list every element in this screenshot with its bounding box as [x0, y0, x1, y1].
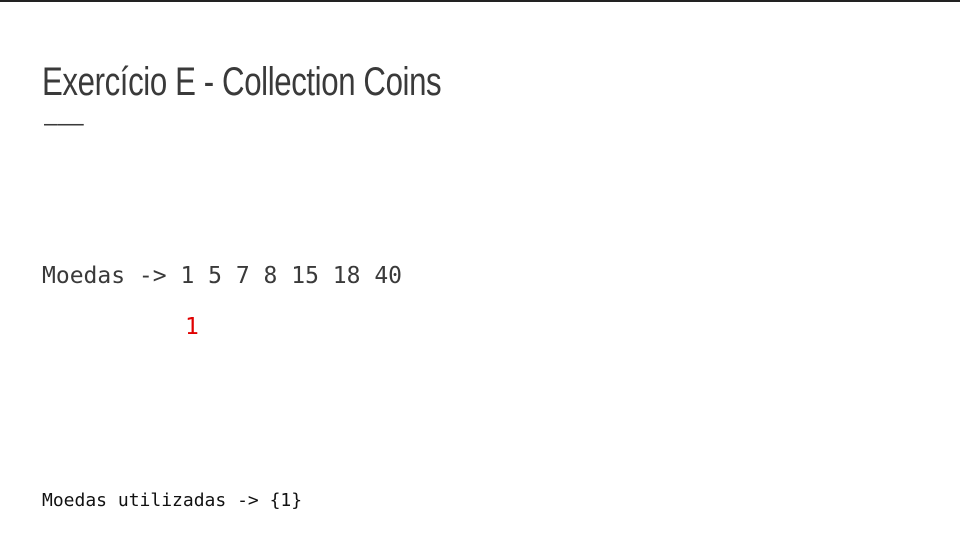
coins-list-text: Moedas -> 1 5 7 8 15 18 40	[42, 263, 403, 289]
used-coins-text: Moedas utilizadas -> {1}	[42, 490, 303, 511]
top-border-rule	[0, 0, 960, 2]
slide-title: Exercício E - Collection Coins	[42, 60, 442, 104]
title-divider: ———	[44, 112, 84, 137]
selected-coin-marker: 1	[185, 314, 199, 340]
